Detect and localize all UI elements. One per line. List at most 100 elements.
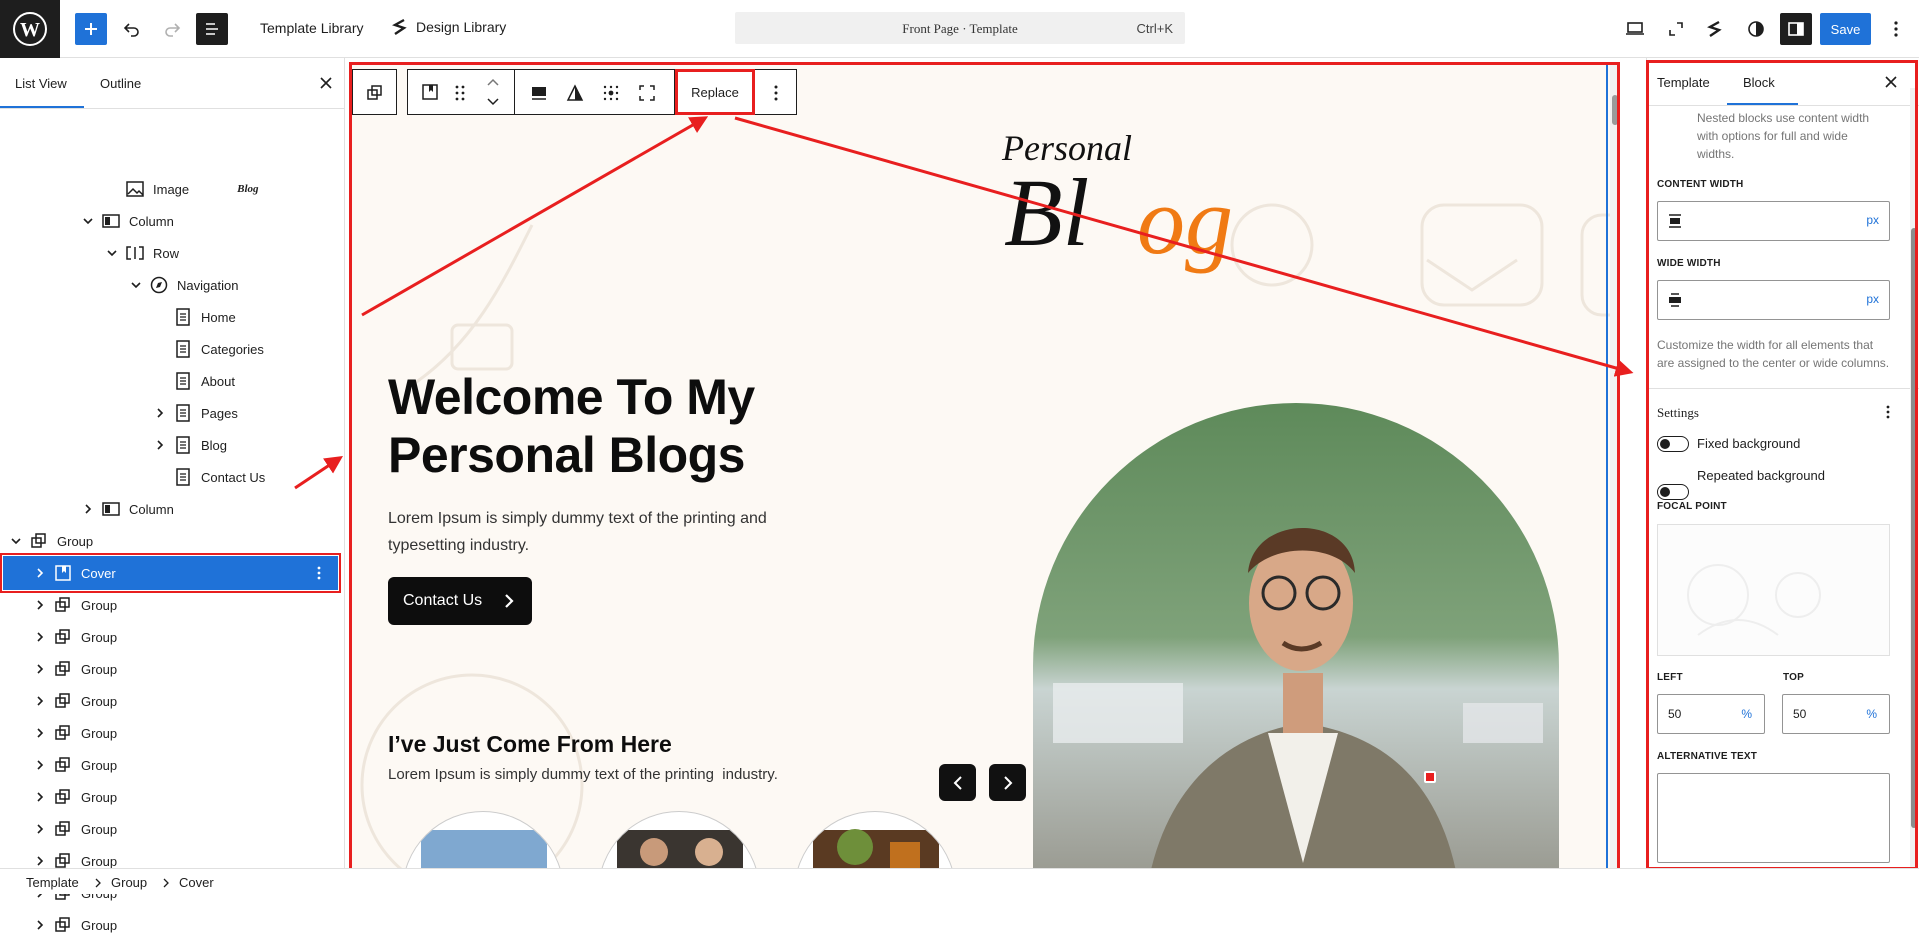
settings-toggle-button[interactable] (1780, 13, 1812, 45)
open-new-tab-button[interactable] (1660, 13, 1692, 45)
chevron-down-icon[interactable] (128, 277, 144, 293)
tree-row-label: Row (153, 245, 180, 261)
align-icon[interactable] (530, 84, 548, 102)
add-block-button[interactable] (75, 13, 107, 45)
move-down-icon[interactable] (486, 96, 500, 108)
drag-handle-icon[interactable] (455, 84, 465, 102)
full-height-icon[interactable] (638, 84, 656, 102)
breadcrumb-item[interactable]: Group (111, 875, 147, 890)
preview-device-button[interactable] (1619, 13, 1651, 45)
design-library-link[interactable]: Design Library (392, 18, 506, 36)
chevron-right-icon[interactable] (32, 629, 48, 645)
hero-paragraph-line2: typesetting industry. (388, 537, 530, 554)
tree-row-cover[interactable]: Cover (32, 561, 116, 585)
design-library-icon (392, 18, 407, 35)
tree-row-image[interactable]: Image Blog (104, 177, 259, 201)
breadcrumb-item[interactable]: Template (26, 875, 79, 890)
tree-row-label: Categories (201, 341, 264, 357)
column-icon (102, 212, 120, 230)
chevron-right-icon[interactable] (32, 821, 48, 837)
undo-button[interactable] (116, 13, 148, 45)
chevron-right-icon[interactable] (32, 917, 48, 933)
page-icon (174, 404, 192, 422)
save-button[interactable]: Save (1820, 13, 1871, 45)
tree-row-navigation[interactable]: Navigation (128, 273, 238, 297)
chevron-right-icon[interactable] (32, 725, 48, 741)
chevron-right-icon[interactable] (32, 757, 48, 773)
cover-icon[interactable] (421, 83, 439, 101)
plugin-button[interactable] (1699, 13, 1731, 45)
group-icon (54, 596, 72, 614)
chevron-right-icon[interactable] (80, 501, 96, 517)
logo-big-orange-text: og (1137, 167, 1233, 274)
breadcrumb-item[interactable]: Cover (179, 875, 214, 890)
block-breadcrumb: Template Group Cover (0, 868, 1919, 894)
tree-row-blog[interactable]: Blog (152, 433, 227, 457)
tree-row-row[interactable]: Row (104, 241, 179, 265)
replace-button[interactable]: Replace (675, 69, 755, 115)
editor-canvas[interactable]: Personal Bl og Welcome To My Personal Bl… (349, 62, 1620, 871)
block-options-button[interactable] (755, 69, 797, 115)
tree-row-group[interactable]: Group (32, 817, 117, 841)
canvas-scrollbar[interactable] (1610, 65, 1617, 868)
chevron-right-icon[interactable] (152, 437, 168, 453)
group-icon (54, 820, 72, 838)
duotone-icon[interactable] (566, 84, 584, 102)
tree-row-group[interactable]: Group (32, 913, 117, 937)
move-up-icon[interactable] (486, 76, 500, 88)
focal-point-icon[interactable] (602, 84, 620, 102)
chevron-right-icon (1003, 775, 1012, 790)
tree-row-label: Blog (201, 437, 228, 453)
chevron-right-icon[interactable] (32, 853, 48, 869)
tree-row-pages[interactable]: Pages (152, 401, 238, 425)
chevron-right-icon[interactable] (152, 405, 168, 421)
tree-row-group[interactable]: Group (32, 785, 117, 809)
hero-heading-line1: Welcome To My (388, 369, 755, 425)
tree-row-group[interactable]: Group (32, 657, 117, 681)
group-icon (54, 916, 72, 934)
command-shortcut: Ctrl+K (1136, 21, 1173, 36)
chevron-right-icon[interactable] (32, 565, 48, 581)
tree-row-column[interactable]: Column (80, 209, 174, 233)
template-library-link[interactable]: Template Library (260, 20, 364, 36)
tree-row-column[interactable]: Column (80, 497, 174, 521)
chevron-right-icon[interactable] (32, 597, 48, 613)
wordpress-logo-icon[interactable]: W (0, 0, 60, 58)
chevron-down-icon[interactable] (80, 213, 96, 229)
slider-prev-button[interactable] (939, 764, 976, 801)
command-palette-bar[interactable]: Front Page · Template Ctrl+K (735, 12, 1185, 44)
chevron-down-icon[interactable] (8, 533, 24, 549)
tree-row-group[interactable]: Group (32, 753, 117, 777)
chevron-right-icon (163, 878, 169, 888)
block-thumbnail: Blog (237, 183, 259, 195)
slider-next-button[interactable] (989, 764, 1026, 801)
chevron-right-icon[interactable] (32, 789, 48, 805)
tree-row-group[interactable]: Group (32, 593, 117, 617)
tree-row-group[interactable]: Group (8, 529, 93, 553)
chevron-right-icon[interactable] (32, 661, 48, 677)
chevron-down-icon[interactable] (104, 245, 120, 261)
chevron-right-icon[interactable] (32, 693, 48, 709)
redo-icon (165, 23, 181, 37)
tree-row-group[interactable]: Group (32, 721, 117, 745)
row-options-icon[interactable] (316, 565, 322, 581)
tree-row-about[interactable]: About (152, 369, 235, 393)
document-overview-button[interactable] (196, 13, 228, 45)
tree-row-contact-us[interactable]: Contact Us (152, 465, 265, 489)
parent-block-button[interactable] (352, 69, 397, 115)
focal-point-marker[interactable] (1424, 771, 1436, 783)
redo-button[interactable] (156, 13, 188, 45)
tree-row-home[interactable]: Home (152, 305, 236, 329)
tree-row-label: Cover (81, 565, 116, 581)
tree-row-categories[interactable]: Categories (152, 337, 264, 361)
contact-us-button[interactable]: Contact Us (388, 577, 532, 625)
tree-row-group[interactable]: Group (32, 625, 117, 649)
tree-row-group[interactable]: Group (32, 689, 117, 713)
canvas-scrollbar-thumb[interactable] (1612, 95, 1617, 125)
styles-button[interactable] (1740, 13, 1772, 45)
block-mover-group (407, 69, 515, 115)
options-button[interactable] (1880, 13, 1912, 45)
